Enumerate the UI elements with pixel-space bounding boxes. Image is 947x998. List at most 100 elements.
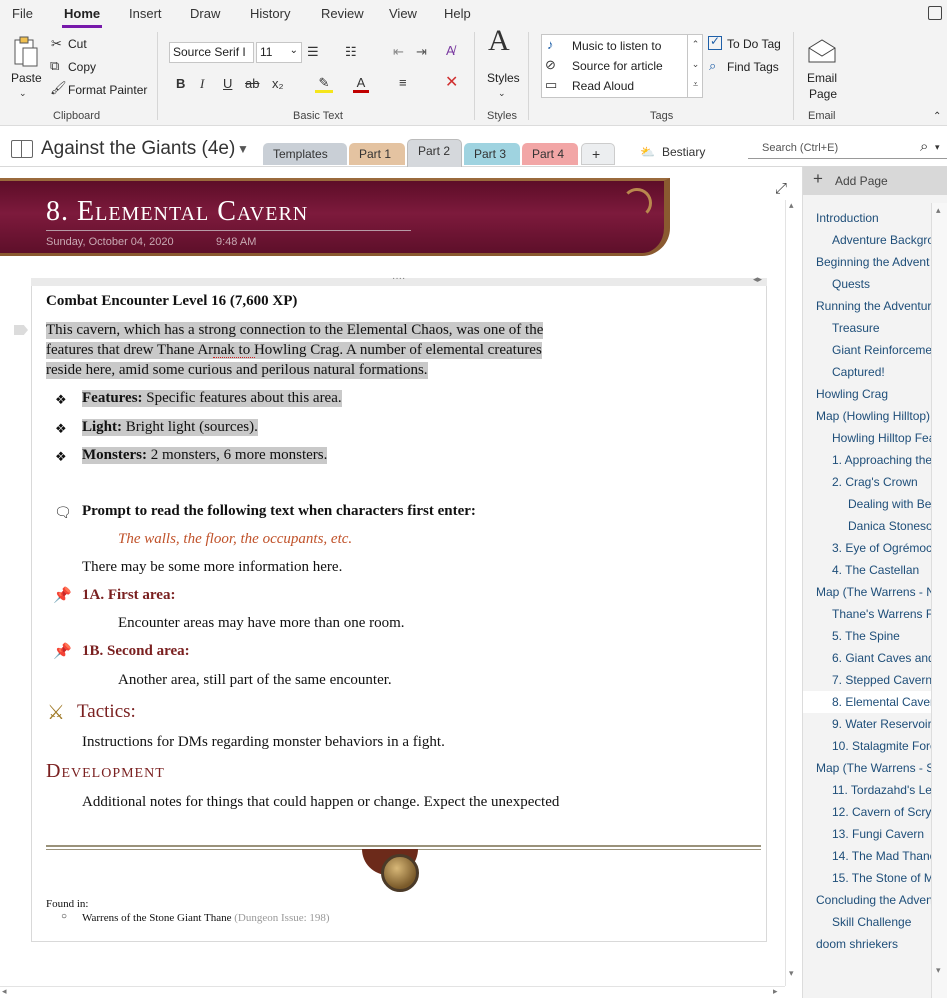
align-icon[interactable]: ≡ [399,76,407,90]
scroll-left-icon[interactable]: ◂ [2,986,7,997]
page-item[interactable]: Thane's Warrens Fe [803,603,931,625]
bullets-icon[interactable]: ☰ [307,45,319,59]
tab-part-3[interactable]: Part 3 [464,143,520,165]
decrease-indent-icon[interactable]: ⇤ [393,45,404,59]
page-item[interactable]: Howling Crag [803,383,931,405]
notebook-name[interactable]: Against the Giants (4e) [41,138,235,160]
add-page-button[interactable]: + Add Page [803,167,947,195]
menu-insert[interactable]: Insert [129,6,162,21]
page-item[interactable]: Map (Howling Hilltop) [803,405,931,427]
page-item[interactable]: Treasure [803,317,931,339]
page-item[interactable]: Introduction [803,207,931,229]
notebook-chevron-icon[interactable]: ▼ [237,142,249,156]
delete-icon[interactable]: ✕ [445,75,458,91]
copy-button[interactable]: Copy [68,60,96,74]
font-size-combo[interactable]: 11 ⌄ [256,42,302,63]
page-item[interactable]: 4. The Castellan [803,559,931,581]
page-item[interactable]: Running the Adventur [803,295,931,317]
italic-icon[interactable]: I [200,77,204,91]
page-item[interactable]: Howling Hilltop Fea [803,427,931,449]
tag-read-aloud[interactable]: Read Aloud [572,79,634,93]
increase-indent-icon[interactable]: ⇥ [416,45,427,59]
page-item[interactable]: 3. Eye of Ogrémoch [803,537,931,559]
numbering-icon[interactable]: ☷ [345,45,357,59]
scroll-down-icon[interactable]: ▾ [789,968,794,979]
search-box[interactable]: Search (Ctrl+E) ⌕ ▾ [748,137,947,159]
page-title[interactable]: 8. Elemental Cavern [46,196,308,228]
page-item[interactable]: 5. The Spine [803,625,931,647]
styles-chevron-icon[interactable]: ⌄ [498,86,506,100]
highlight-icon[interactable]: ✎ [315,76,333,93]
page-item[interactable]: 12. Cavern of Scryin [803,801,931,823]
paste-icon[interactable] [12,34,40,68]
add-section-button[interactable]: + [581,143,615,165]
page-item[interactable]: 6. Giant Caves and [803,647,931,669]
menu-history[interactable]: History [250,6,290,21]
tab-templates[interactable]: Templates [263,143,347,165]
notebook-icon[interactable] [11,140,33,158]
paste-button[interactable]: Paste [11,71,42,85]
vertical-scrollbar[interactable]: ▴ ▾ [785,200,800,986]
page-item[interactable]: doom shriekers [803,933,931,955]
page-item[interactable]: Giant Reinforcemen [803,339,931,361]
page-item[interactable]: 8. Elemental Cavern [803,691,931,713]
tags-scroll[interactable]: ⌃ ⌄ ⩡ [687,34,703,98]
menu-home[interactable]: Home [64,6,100,21]
page-item[interactable]: Beginning the Advent [803,251,931,273]
font-color-icon[interactable]: A [353,76,369,93]
scroll-right-icon[interactable]: ▸ [773,986,778,997]
page-item[interactable]: 9. Water Reservoir [803,713,931,735]
page-item[interactable]: Danica Stoneson [803,515,931,537]
underline-icon[interactable]: U [223,77,232,91]
subscript-icon[interactable]: x₂ [272,77,284,91]
find-tags-button[interactable]: Find Tags [727,60,779,74]
horizontal-scrollbar[interactable]: ◂ ▸ [0,986,785,998]
email-icon[interactable] [807,38,837,64]
page-item[interactable]: Adventure Backgro [803,229,931,251]
page-item[interactable]: 11. Tordazahd's Led [803,779,931,801]
search-scope-chevron-icon[interactable]: ▾ [935,142,940,153]
page-item[interactable]: Map (The Warrens - N [803,581,931,603]
page-item[interactable]: 7. Stepped Cavern [803,669,931,691]
tag-music[interactable]: Music to listen to [572,39,661,53]
page-item[interactable]: 2. Crag's Crown [803,471,931,493]
collapse-ribbon-icon[interactable]: ⌃ [933,110,941,124]
tab-part-2[interactable]: Part 2 [407,139,462,167]
bold-icon[interactable]: B [176,77,185,91]
window-mode-icon[interactable] [928,6,942,20]
page-item[interactable]: 15. The Stone of Ma [803,867,931,889]
menu-review[interactable]: Review [321,6,364,21]
container-handle[interactable]: ···· ◂▸ [31,273,767,286]
page-item[interactable]: Skill Challenge [803,911,931,933]
font-name-combo[interactable]: Source Serif I [169,42,254,63]
page-item[interactable]: 10. Stalagmite Fores [803,735,931,757]
tag-source[interactable]: Source for article [572,59,663,73]
clear-format-icon[interactable]: A̸ [446,44,455,58]
styles-button[interactable]: Styles [487,71,520,85]
page-item[interactable]: Concluding the Adven [803,889,931,911]
menu-help[interactable]: Help [444,6,471,21]
bestiary-link[interactable]: Bestiary [662,145,705,159]
format-painter-button[interactable]: Format Painter [68,83,147,97]
page-item[interactable]: 1. Approaching the [803,449,931,471]
menu-draw[interactable]: Draw [190,6,220,21]
scroll-up-icon[interactable]: ▴ [789,200,794,211]
styles-icon[interactable]: A [488,26,510,56]
strikethrough-icon[interactable]: ab [245,77,259,91]
email-page-line1[interactable]: Email [807,71,837,85]
page-item[interactable]: 14. The Mad Thane [803,845,931,867]
paste-chevron-icon[interactable]: ⌄ [19,86,27,100]
tab-part-4[interactable]: Part 4 [522,143,578,165]
email-page-line2[interactable]: Page [809,87,837,101]
tab-part-1[interactable]: Part 1 [349,143,405,165]
page-item[interactable]: Quests [803,273,931,295]
menu-view[interactable]: View [389,6,417,21]
page-item[interactable]: 13. Fungi Cavern [803,823,931,845]
cut-button[interactable]: Cut [68,37,87,51]
todo-tag-button[interactable]: To Do Tag [727,37,781,51]
menu-file[interactable]: File [12,6,33,21]
page-item[interactable]: Map (The Warrens - So [803,757,931,779]
page-item[interactable]: Dealing with Bel [803,493,931,515]
expand-icon[interactable]: ⤢ [775,180,787,197]
page-item[interactable]: Captured! [803,361,931,383]
